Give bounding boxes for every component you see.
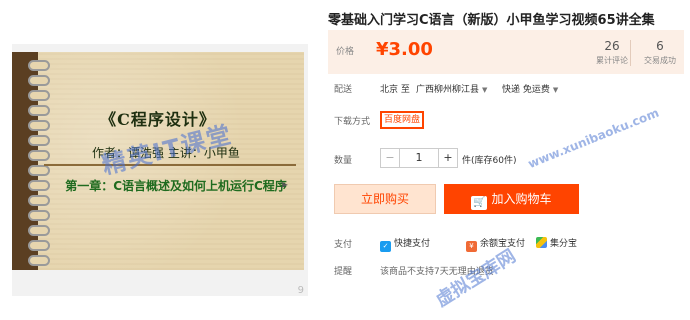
sales-count: 6	[656, 39, 664, 53]
payment-method-jifenbao: 集分宝	[536, 236, 577, 249]
chevron-down-icon: ▼	[552, 86, 559, 94]
binder-ring	[28, 150, 50, 161]
payment-method-label: 集分宝	[550, 239, 578, 249]
binder-ring	[28, 60, 50, 71]
binder-ring	[28, 90, 50, 101]
quantity-decrease-button[interactable]: −	[380, 148, 400, 168]
payment-method-quick: ✓ 快捷支付	[380, 236, 430, 252]
payment-method-label: 余额宝支付	[480, 239, 526, 249]
notice-text: 该商品不支持7天无理由退货	[380, 267, 494, 277]
buy-now-button[interactable]: 立即购买	[334, 184, 436, 214]
jifenbao-icon	[536, 237, 547, 248]
binder-ring	[28, 135, 50, 146]
quantity-label: 数量	[334, 156, 353, 166]
price-label: 价格	[336, 47, 355, 57]
url-watermark: www.xunibaoku.com	[526, 105, 661, 171]
binder-ring	[28, 75, 50, 86]
stock-info: 件(库存60件)	[462, 156, 517, 166]
stat-divider	[630, 40, 631, 66]
price-box: 价格 ¥3.00 26 累计评论 6 交易成功	[328, 30, 684, 74]
page-corner-mark: 9	[297, 285, 304, 296]
binder-ring	[28, 255, 50, 266]
add-to-cart-label: 加入购物车	[491, 192, 552, 206]
payment-method-yuebao: ¥ 余额宝支付	[466, 236, 525, 252]
service-option-baidu-pan[interactable]: 百度网盘	[380, 111, 424, 129]
notebook-slide: 《C程序设计》 作者：谭浩强 主讲：小甲鱼 第一章：C语言概述及如何上机运行C程…	[12, 52, 304, 270]
notice-label: 提醒	[334, 267, 353, 277]
slide-chapter-line: 第一章：C语言概述及如何上机运行C程序	[65, 179, 287, 193]
shipping-from: 北京 至	[380, 85, 410, 95]
binder-ring	[28, 195, 50, 206]
shipping-destination-select[interactable]: 广西柳州柳江县 ▼	[416, 82, 487, 95]
payment-method-label: 快捷支付	[394, 239, 431, 249]
product-image[interactable]: 《C程序设计》 作者：谭浩强 主讲：小甲鱼 第一章：C语言概述及如何上机运行C程…	[12, 44, 308, 296]
service-label: 下载方式	[334, 117, 371, 127]
quantity-input[interactable]: 1	[399, 148, 439, 168]
quantity-increase-button[interactable]: +	[438, 148, 458, 168]
cart-icon: 🛒	[471, 196, 488, 210]
quick-pay-icon: ✓	[380, 241, 391, 252]
binder-ring	[28, 240, 50, 251]
cursor-icon: ➤	[280, 180, 289, 191]
slide-title: 《C程序设计》	[100, 110, 216, 129]
binder-ring	[28, 210, 50, 221]
product-title: 零基础入门学习C语言（新版）小甲鱼学习视频65讲全集	[328, 13, 655, 28]
sales-label: 交易成功	[644, 56, 676, 65]
chevron-down-icon: ▼	[482, 86, 488, 94]
payment-label: 支付	[334, 240, 353, 250]
price-value: ¥3.00	[376, 39, 433, 60]
binder-ring	[28, 225, 50, 236]
shipping-method-select[interactable]: 快递 免运费 ▼	[502, 82, 558, 95]
sales-stat: 6 交易成功	[632, 39, 688, 66]
shipping-method: 快递 免运费	[502, 85, 550, 95]
shipping-label: 配送	[334, 85, 353, 95]
binder-ring	[28, 180, 50, 191]
add-to-cart-button[interactable]: 🛒 加入购物车	[444, 184, 579, 214]
site-watermark: 虚拟宝库网	[432, 245, 520, 312]
shipping-destination: 广西柳州柳江县	[416, 85, 480, 95]
yuebao-icon: ¥	[466, 241, 477, 252]
binder-ring	[28, 165, 50, 176]
